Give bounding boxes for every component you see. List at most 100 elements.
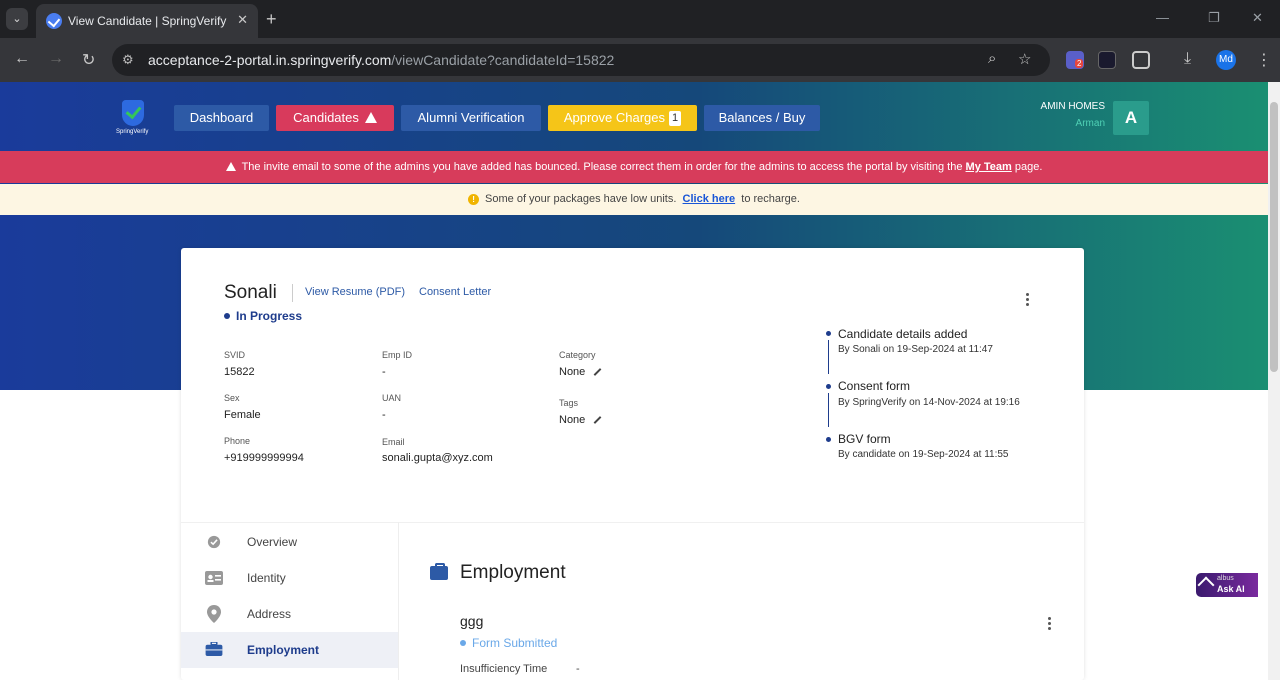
scrollbar-thumb[interactable] <box>1270 102 1278 372</box>
sidebar-item-overview[interactable]: Overview <box>181 524 398 560</box>
zoom-icon[interactable]: ⌕ <box>988 50 996 67</box>
bookmark-star-icon[interactable]: ☆ <box>1018 50 1031 68</box>
timeline-title: Consent form <box>838 379 911 393</box>
timeline-title: BGV form <box>838 432 891 446</box>
candidate-name: Sonali <box>224 282 277 303</box>
browser-tab[interactable]: View Candidate | SpringVerify ✕ <box>36 4 258 38</box>
browser-menu-icon[interactable]: ⋮ <box>1256 50 1272 70</box>
nav-candidates-button[interactable]: Candidates <box>276 105 394 131</box>
profile-avatar[interactable]: Md <box>1216 50 1236 70</box>
bounce-alert: The invite email to some of the admins y… <box>0 151 1268 183</box>
svid-label: SVID <box>224 350 246 360</box>
nav-alumni-button[interactable]: Alumni Verification <box>401 105 541 131</box>
warning-icon <box>225 162 236 171</box>
edit-category-icon[interactable] <box>593 368 602 376</box>
tab-title: View Candidate | SpringVerify <box>68 14 227 28</box>
tags-label: Tags <box>559 398 579 408</box>
sex-label: Sex <box>224 393 240 403</box>
sidebar-item-label: Overview <box>247 535 298 549</box>
sidebar-item-label: Employment <box>247 643 320 657</box>
company-name: AMIN HOMES <box>1040 101 1105 112</box>
shield-check-icon <box>122 100 144 126</box>
my-team-link[interactable]: My Team <box>966 161 1012 173</box>
view-resume-link[interactable]: View Resume (PDF) <box>305 286 405 298</box>
sidebar-item-identity[interactable]: Identity <box>181 560 398 596</box>
address-bar[interactable]: ⚙ acceptance-2-portal.in.springverify.co… <box>112 44 1050 76</box>
email-label: Email <box>382 437 405 447</box>
timeline-subtitle: By Sonali on 19-Sep-2024 at 11:47 <box>838 344 993 355</box>
timeline-dot <box>826 384 831 389</box>
divider <box>292 284 293 302</box>
reload-icon[interactable]: ↻ <box>82 50 95 70</box>
timeline-subtitle: By SpringVerify on 14-Nov-2024 at 19:16 <box>838 397 1020 408</box>
employer-name: ggg <box>460 613 484 629</box>
category-value: None <box>559 366 602 378</box>
timeline-dot <box>826 331 831 336</box>
uan-value: - <box>382 409 386 421</box>
albus-logo-icon <box>1197 576 1215 594</box>
timeline-title: Candidate details added <box>838 327 968 341</box>
low-units-alert: ! Some of your packages have low units. C… <box>0 184 1268 215</box>
sex-value: Female <box>224 409 261 421</box>
info-icon: ! <box>468 194 480 205</box>
more-options-icon[interactable] <box>1024 291 1030 308</box>
site-info-icon[interactable]: ⚙ <box>122 52 134 68</box>
timeline-line <box>828 340 829 374</box>
section-title: Employment <box>460 562 566 583</box>
favicon-icon <box>46 13 62 29</box>
map-pin-icon <box>207 605 221 623</box>
insufficiency-label: Insufficiency Time <box>460 663 548 675</box>
browser-tabbar: ⌄ View Candidate | SpringVerify ✕ + — ❐ … <box>0 0 1280 38</box>
extension-puzzle-icon[interactable]: 2 <box>1066 51 1084 69</box>
timeline-line <box>828 393 829 427</box>
edit-tags-icon[interactable] <box>593 416 602 424</box>
empid-value: - <box>382 366 386 378</box>
window-close-icon[interactable]: ✕ <box>1252 10 1263 26</box>
uan-label: UAN <box>382 393 402 403</box>
tags-value: None <box>559 414 602 426</box>
forward-icon[interactable]: → <box>48 50 64 68</box>
nav-approve-charges-button[interactable]: Approve Charges 1 <box>548 105 697 131</box>
extensions-icon[interactable] <box>1132 51 1150 69</box>
download-icon[interactable]: ⤓ <box>1184 50 1191 68</box>
user-name: Arman <box>1075 118 1105 129</box>
sidebar-item-label: Identity <box>247 571 286 585</box>
browser-toolbar: ← → ↻ ⚙ acceptance-2-portal.in.springver… <box>0 38 1280 82</box>
phone-label: Phone <box>224 436 251 446</box>
nav-dashboard-button[interactable]: Dashboard <box>174 105 269 131</box>
approve-count-badge: 1 <box>669 111 682 126</box>
tab-search-icon[interactable]: ⌄ <box>6 8 28 30</box>
phone-value: +919999999994 <box>224 452 304 464</box>
category-label: Category <box>559 350 596 360</box>
timeline-dot <box>826 437 831 442</box>
click-here-link[interactable]: Click here <box>683 193 736 205</box>
consent-letter-link[interactable]: Consent Letter <box>419 286 491 298</box>
warning-icon <box>364 112 377 123</box>
page-scrollbar[interactable] <box>1268 82 1280 680</box>
employment-more-icon[interactable] <box>1046 615 1052 632</box>
empid-label: Emp ID <box>382 350 413 360</box>
timeline-subtitle: By candidate on 19-Sep-2024 at 11:55 <box>838 449 1009 460</box>
briefcase-icon <box>430 563 448 580</box>
sidebar-item-label: Address <box>247 607 292 621</box>
albus-extension-icon[interactable] <box>1098 51 1116 69</box>
back-icon[interactable]: ← <box>14 50 30 68</box>
svid-value: 15822 <box>224 366 255 378</box>
tab-close-icon[interactable]: ✕ <box>237 12 248 28</box>
insufficiency-value: - <box>576 663 580 675</box>
employment-status-badge: Form Submitted <box>460 636 557 650</box>
url-text: acceptance-2-portal.in.springverify.com/… <box>148 52 615 68</box>
minimize-icon[interactable]: — <box>1156 10 1169 25</box>
new-tab-icon[interactable]: + <box>266 8 277 30</box>
id-card-icon <box>205 571 223 585</box>
status-badge: In Progress <box>224 309 302 323</box>
check-circle-icon <box>207 535 221 549</box>
ask-ai-button[interactable]: albus Ask AI <box>1196 573 1258 597</box>
sidebar-item-address[interactable]: Address <box>181 596 398 632</box>
nav-balances-button[interactable]: Balances / Buy <box>704 105 820 131</box>
springverify-logo[interactable]: SpringVerify <box>116 100 152 138</box>
email-value: sonali.gupta@xyz.com <box>382 452 493 464</box>
sidebar-item-employment[interactable]: Employment <box>181 632 398 668</box>
user-avatar[interactable]: A <box>1113 101 1149 135</box>
maximize-icon[interactable]: ❐ <box>1208 10 1220 26</box>
